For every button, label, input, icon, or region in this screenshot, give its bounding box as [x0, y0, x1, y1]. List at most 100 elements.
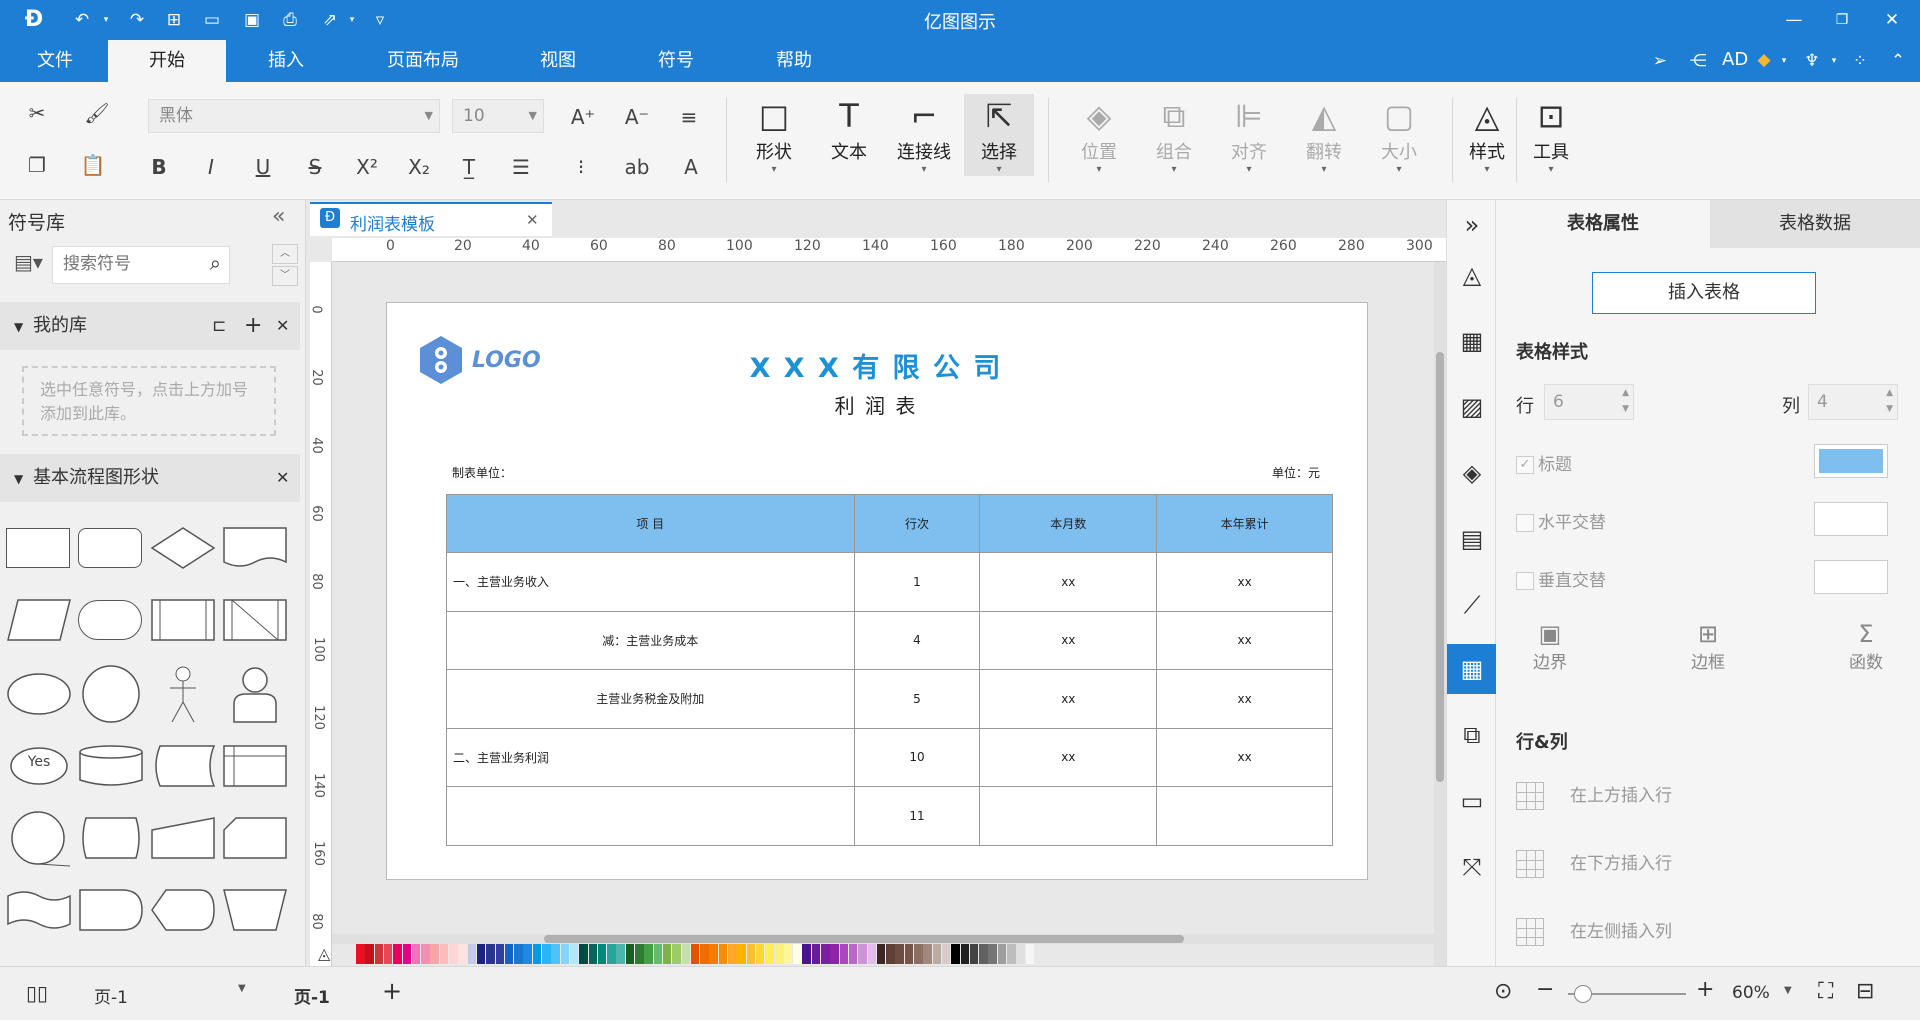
- color-swatch[interactable]: [476, 944, 486, 964]
- tab-table-data[interactable]: 表格数据: [1710, 200, 1920, 248]
- basic-shapes-header[interactable]: ▼ 基本流程图形状 ✕: [0, 454, 300, 502]
- search-icon[interactable]: ⌕: [210, 251, 221, 275]
- font-size-select[interactable]: 10 ▼: [452, 99, 544, 133]
- share-icon[interactable]: ⋲: [1686, 49, 1710, 73]
- table-cell[interactable]: xx: [1156, 552, 1333, 612]
- paste-icon[interactable]: 📋: [78, 150, 108, 180]
- color-swatch[interactable]: [467, 944, 477, 964]
- color-swatch[interactable]: [923, 944, 932, 964]
- document-tab[interactable]: Ð 利润表模板 ✕: [310, 202, 552, 236]
- color-swatch[interactable]: [793, 944, 802, 964]
- color-swatch[interactable]: [644, 944, 653, 964]
- color-swatch[interactable]: [383, 944, 393, 964]
- menu-view[interactable]: 视图: [520, 40, 596, 82]
- layers-icon[interactable]: ◈: [1447, 448, 1497, 498]
- page-dropdown-icon[interactable]: ▼: [238, 983, 246, 994]
- chart-icon[interactable]: ⟋: [1447, 580, 1497, 630]
- font-shrink-icon[interactable]: A⁻: [622, 102, 652, 132]
- color-swatch[interactable]: [830, 944, 839, 964]
- color-swatch[interactable]: [858, 944, 867, 964]
- color-swatch[interactable]: [421, 944, 430, 964]
- menu-file[interactable]: 文件: [22, 40, 88, 82]
- symbol-search[interactable]: ⌕: [52, 246, 230, 284]
- color-swatch[interactable]: [941, 944, 951, 964]
- add-icon[interactable]: +: [244, 302, 262, 350]
- format-icon[interactable]: ▭: [1447, 776, 1497, 826]
- shape-stored-data[interactable]: [150, 744, 216, 788]
- color-swatch[interactable]: [607, 944, 616, 964]
- user-name[interactable]: AD: [1722, 49, 1748, 70]
- mindmap-icon[interactable]: ⤧: [1447, 842, 1497, 892]
- shape-decision[interactable]: [150, 526, 216, 570]
- superscript-icon[interactable]: X²: [352, 152, 382, 182]
- menu-home[interactable]: 开始: [108, 40, 226, 82]
- color-swatch[interactable]: [979, 944, 988, 964]
- select-button[interactable]: ⇱ 选择 ▾: [964, 94, 1034, 176]
- header-cell[interactable]: 本月数: [979, 494, 1158, 553]
- close-section-icon[interactable]: ✕: [276, 302, 289, 350]
- search-input[interactable]: [53, 247, 193, 281]
- underline-icon[interactable]: U: [248, 152, 278, 182]
- user-dropdown-icon[interactable]: ▾: [1772, 49, 1796, 73]
- shape-cylinder[interactable]: [78, 744, 144, 788]
- menu-insert[interactable]: 插入: [246, 40, 326, 82]
- color-swatch[interactable]: [374, 944, 384, 964]
- color-swatch[interactable]: [551, 944, 560, 964]
- color-swatch[interactable]: [523, 944, 532, 964]
- v-alt-checkbox[interactable]: 垂直交替: [1516, 566, 1606, 591]
- send-icon[interactable]: ➢: [1648, 49, 1672, 73]
- zoom-level[interactable]: 60%: [1732, 983, 1770, 1003]
- color-swatch[interactable]: [542, 944, 551, 964]
- menu-page-layout[interactable]: 页面布局: [370, 40, 476, 82]
- flip-button[interactable]: ◭ 翻转 ▾: [1289, 94, 1359, 176]
- shape-alt-process[interactable]: [78, 528, 142, 568]
- table-cell[interactable]: 二、主营业务利润: [446, 727, 855, 787]
- scroll-down-icon[interactable]: ﹀: [272, 266, 298, 286]
- color-swatch[interactable]: [495, 944, 504, 964]
- color-swatch[interactable]: [532, 944, 542, 964]
- text-format-icon[interactable]: T̲: [454, 152, 484, 182]
- header-cell[interactable]: 本年累计: [1156, 494, 1333, 553]
- data-icon[interactable]: ⧉: [1447, 710, 1497, 760]
- color-swatch[interactable]: [439, 944, 449, 964]
- color-swatch[interactable]: [876, 944, 886, 964]
- table-cell[interactable]: 一、主营业务收入: [446, 552, 855, 612]
- shape-manual-input[interactable]: [150, 816, 216, 860]
- h-alt-checkbox[interactable]: 水平交替: [1516, 508, 1606, 533]
- boundary-button[interactable]: ▣ 边界: [1520, 620, 1580, 673]
- color-swatch[interactable]: [1016, 944, 1025, 964]
- color-swatch[interactable]: [625, 944, 635, 964]
- table-cell[interactable]: xx: [1156, 610, 1333, 670]
- color-swatch[interactable]: [662, 944, 672, 964]
- font-family-select[interactable]: 黑体 ▼: [148, 99, 440, 133]
- collapse-ribbon-icon[interactable]: ⌃: [1886, 49, 1910, 73]
- color-swatch[interactable]: [486, 944, 495, 964]
- color-swatch[interactable]: [821, 944, 830, 964]
- color-palette[interactable]: [356, 944, 1436, 964]
- h-alt-color-picker[interactable]: [1814, 502, 1888, 536]
- table-cell[interactable]: [446, 786, 855, 846]
- color-swatch[interactable]: [969, 944, 979, 964]
- expand-right-icon[interactable]: »: [1447, 200, 1497, 250]
- color-swatch[interactable]: [411, 944, 421, 964]
- font-color-icon[interactable]: A: [676, 152, 706, 182]
- close-icon[interactable]: ✕: [1880, 8, 1904, 32]
- color-swatch[interactable]: [802, 944, 811, 964]
- insert-table-button[interactable]: 插入表格: [1592, 272, 1816, 314]
- table-icon[interactable]: ▦: [1447, 644, 1497, 694]
- horizontal-scrollbar[interactable]: [332, 934, 1434, 944]
- shape-terminator[interactable]: [78, 600, 142, 640]
- color-swatch[interactable]: [728, 944, 737, 964]
- color-swatch[interactable]: [718, 944, 728, 964]
- zoom-in-icon[interactable]: +: [1696, 977, 1714, 1002]
- rows-stepper[interactable]: 6 ▲ ▼: [1544, 384, 1634, 420]
- color-swatch[interactable]: [672, 944, 681, 964]
- shape-user[interactable]: [222, 664, 288, 724]
- restore-icon[interactable]: ❐: [1830, 8, 1854, 32]
- close-section-icon[interactable]: ✕: [276, 454, 289, 502]
- table-cell[interactable]: xx: [1156, 727, 1333, 787]
- scroll-up-icon[interactable]: ︿: [272, 244, 298, 264]
- add-page-icon[interactable]: +: [382, 977, 402, 1005]
- color-swatch[interactable]: [867, 944, 876, 964]
- color-swatch[interactable]: [951, 944, 960, 964]
